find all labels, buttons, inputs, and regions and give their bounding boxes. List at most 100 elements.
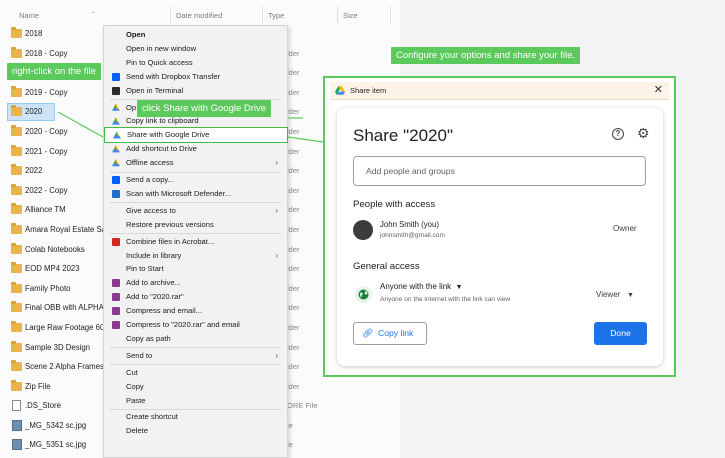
folder-icon: [11, 301, 22, 313]
menu-item-create-shortcut[interactable]: Create shortcut: [104, 410, 287, 424]
menu-item-send-to[interactable]: Send to ›: [104, 349, 287, 363]
menu-item-give-access-to[interactable]: Give access to ›: [104, 204, 287, 218]
image-file-icon: [12, 419, 22, 431]
menu-item-label: Open in Terminal: [126, 85, 184, 95]
gear-icon[interactable]: ⚙: [637, 126, 650, 140]
file-type: lder: [287, 185, 300, 195]
menu-item-restore-previous-versions[interactable]: Restore previous versions: [104, 218, 287, 232]
menu-item-share-with-google-drive[interactable]: Share with Google Drive: [104, 127, 288, 144]
menu-item-send-a-copy[interactable]: Send a copy...: [104, 173, 287, 187]
column-divider[interactable]: [262, 6, 263, 24]
google-drive-icon: [113, 131, 121, 139]
column-date-modified[interactable]: Date modified: [176, 11, 222, 20]
menu-item-label: Combine files in Acrobat...: [126, 236, 215, 246]
menu-item-cut[interactable]: Cut: [104, 366, 287, 380]
dropbox-transfer-icon: [112, 72, 120, 81]
column-type[interactable]: Type: [268, 11, 284, 20]
caret-down-icon: ▼: [626, 292, 634, 299]
file-name: 2020: [25, 107, 43, 117]
chevron-right-icon: ›: [275, 158, 278, 168]
person-name: John Smith (you): [380, 220, 439, 229]
menu-item-label: Delete: [126, 426, 148, 436]
google-drive-icon: [112, 117, 120, 125]
column-size[interactable]: Size: [343, 11, 358, 20]
menu-item-scan-with-microsoft-defender[interactable]: Scan with Microsoft Defender...: [104, 187, 287, 201]
file-name: Sample 3D Design: [25, 342, 91, 352]
dropbox-icon: [112, 176, 120, 184]
folder-icon: [11, 360, 22, 372]
menu-item-pin-to-quick-access[interactable]: Pin to Quick access: [104, 56, 287, 70]
annotation-click-share: click Share with Google Drive: [137, 100, 272, 117]
file-type: lder: [287, 205, 300, 215]
folder-icon: [11, 183, 22, 195]
help-icon[interactable]: ?: [612, 128, 624, 140]
google-drive-icon: [112, 145, 120, 153]
menu-item-pin-to-start[interactable]: Pin to Start: [104, 262, 287, 276]
file-name: Scene 2 Alpha Frames S: [25, 362, 112, 372]
menu-item-compress-and-email[interactable]: Compress and email...: [104, 304, 287, 318]
file-type: lder: [287, 362, 300, 372]
folder-icon: [11, 222, 22, 234]
file-type: lder: [287, 381, 300, 391]
menu-item-label: Paste: [126, 395, 146, 405]
file-type: lder: [287, 107, 300, 117]
menu-item-send-with-dropbox-transfer[interactable]: Send with Dropbox Transfer: [104, 70, 287, 84]
folder-icon: [11, 124, 22, 136]
general-access-dropdown[interactable]: Anyone with the link ▼: [380, 282, 463, 291]
menu-item-open-in-new-window[interactable]: Open in new window: [104, 42, 287, 56]
folder-icon: [11, 379, 22, 391]
file-name: _MG_5351 sc.jpg: [25, 440, 87, 450]
menu-item-include-in-library[interactable]: Include in library ›: [104, 249, 287, 263]
menu-item-add-to-2020-rar[interactable]: Add to "2020.rar": [104, 290, 287, 304]
menu-item-paste[interactable]: Paste: [104, 394, 287, 408]
column-divider[interactable]: [170, 6, 171, 24]
menu-item-copy-as-path[interactable]: Copy as path: [104, 332, 287, 346]
menu-item-label: Include in library: [126, 250, 182, 260]
menu-item-add-to-archive[interactable]: Add to archive...: [104, 276, 287, 290]
folder-icon: [11, 281, 22, 293]
caret-down-icon: ▼: [455, 284, 463, 291]
folder-icon: [11, 242, 22, 254]
done-button[interactable]: Done: [594, 322, 647, 345]
menu-item-compress-to-2020-rar-and-email[interactable]: Compress to "2020.rar" and email: [104, 318, 287, 332]
access-level-label: Anyone with the link: [380, 282, 452, 291]
menu-item-label: Restore previous versions: [126, 219, 214, 229]
file-name: Final OBB with ALPHA: [25, 303, 104, 313]
column-divider[interactable]: [337, 6, 338, 24]
file-name: 2020 - Copy: [25, 126, 68, 136]
file-name: EOD MP4 2023: [25, 264, 80, 274]
file-type: lder: [287, 146, 300, 156]
copy-link-button[interactable]: 🔗︎ Copy link: [353, 322, 427, 345]
menu-item-label: Pin to Quick access: [126, 57, 193, 67]
menu-item-delete[interactable]: Delete: [104, 424, 287, 438]
menu-item-combine-files-in-acrobat[interactable]: Combine files in Acrobat...: [104, 235, 287, 249]
folder-icon: [11, 85, 22, 97]
person-email: johnsmith@gmail.com: [380, 232, 445, 239]
menu-item-open-in-terminal[interactable]: Open in Terminal: [104, 84, 287, 98]
menu-item-offline-access[interactable]: Offline access ›: [104, 156, 287, 170]
share-title: Share "2020": [353, 126, 453, 145]
menu-item-label: Compress to "2020.rar" and email: [126, 320, 240, 329]
folder-icon: [11, 320, 22, 332]
link-role-dropdown[interactable]: Viewer ▼: [596, 290, 634, 299]
folder-icon: [11, 340, 22, 352]
menu-item-copy[interactable]: Copy: [104, 380, 287, 394]
winrar-icon: [112, 307, 120, 316]
file-name: Large Raw Footage 600: [25, 322, 109, 332]
column-divider[interactable]: [390, 6, 391, 24]
context-menu: Open Open in new window Pin to Quick acces…: [103, 25, 288, 458]
defender-icon: [112, 189, 120, 198]
menu-item-open[interactable]: Open: [104, 28, 287, 42]
menu-item-add-shortcut-to-drive[interactable]: Add shortcut to Drive: [104, 142, 287, 156]
file-name: 2019 - Copy: [25, 87, 68, 97]
file-name: Family Photo: [25, 283, 71, 293]
file-type: lder: [287, 322, 300, 332]
column-name[interactable]: Name: [19, 11, 39, 20]
general-access-heading: General access: [353, 261, 420, 272]
menu-item-label: Pin to Start: [126, 264, 164, 274]
menu-item-label: Give access to: [126, 205, 176, 215]
close-icon[interactable]: ✕: [654, 83, 663, 96]
menu-item-label: Scan with Microsoft Defender...: [126, 188, 232, 198]
file-type: lder: [287, 166, 300, 176]
add-people-input[interactable]: Add people and groups: [353, 156, 646, 186]
